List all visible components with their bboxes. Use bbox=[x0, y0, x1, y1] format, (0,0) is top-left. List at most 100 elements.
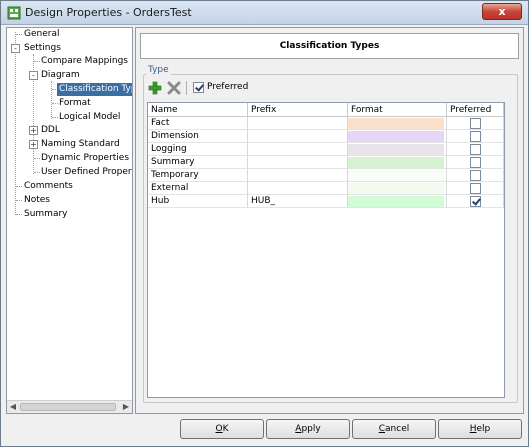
prefix-cell[interactable] bbox=[248, 117, 348, 130]
scroll-right-arrow-icon[interactable]: ▶ bbox=[120, 401, 132, 413]
tree-connector bbox=[51, 81, 52, 119]
column-header-prefix[interactable]: Prefix bbox=[248, 103, 348, 117]
preferred-label: Preferred bbox=[207, 82, 249, 92]
expander-diagram[interactable]: - bbox=[29, 71, 38, 80]
row-preferred-checkbox[interactable] bbox=[470, 170, 481, 181]
expander-naming-standard[interactable]: + bbox=[29, 140, 38, 149]
preferred-cell bbox=[447, 156, 504, 169]
tree-connector bbox=[34, 158, 40, 159]
format-color-swatch bbox=[348, 170, 444, 181]
add-icon[interactable] bbox=[148, 81, 162, 95]
tree-item-ddl[interactable]: DDL bbox=[41, 124, 60, 137]
close-button[interactable]: x bbox=[482, 3, 522, 20]
apply-button[interactable]: Apply bbox=[266, 419, 350, 439]
prefix-cell[interactable] bbox=[248, 143, 348, 156]
help-label-post: elp bbox=[476, 424, 491, 434]
ok-button[interactable]: OK bbox=[180, 419, 264, 439]
row-preferred-checkbox[interactable] bbox=[470, 183, 481, 194]
prefix-cell[interactable]: HUB_ bbox=[248, 195, 348, 208]
name-cell[interactable]: Summary bbox=[148, 156, 248, 169]
tree-item-diagram[interactable]: Diagram bbox=[41, 69, 80, 82]
ok-mnemonic: O bbox=[215, 424, 223, 434]
name-cell[interactable]: Hub bbox=[148, 195, 248, 208]
format-color-swatch bbox=[348, 183, 444, 194]
tree-item-general[interactable]: General bbox=[24, 28, 59, 41]
cancel-button[interactable]: Cancel bbox=[352, 419, 436, 439]
row-preferred-checkbox[interactable] bbox=[470, 118, 481, 129]
toolbar-separator bbox=[186, 81, 187, 95]
name-cell[interactable]: Fact bbox=[148, 117, 248, 130]
format-color-swatch bbox=[348, 196, 444, 207]
tree-item-comments[interactable]: Comments bbox=[24, 180, 73, 193]
format-cell[interactable] bbox=[348, 169, 447, 182]
format-color-swatch bbox=[348, 131, 444, 142]
preferred-cell bbox=[447, 143, 504, 156]
design-properties-window: Design Properties - OrdersTest x General… bbox=[0, 0, 529, 447]
tree-item-user-defined-properties[interactable]: User Defined Properties bbox=[41, 166, 132, 179]
format-cell[interactable] bbox=[348, 182, 447, 195]
tree-item-summary[interactable]: Summary bbox=[24, 208, 68, 221]
format-cell[interactable] bbox=[348, 156, 447, 169]
title-bar[interactable]: Design Properties - OrdersTest x bbox=[1, 1, 528, 25]
preferred-cell bbox=[447, 117, 504, 130]
row-preferred-checkbox[interactable] bbox=[470, 131, 481, 142]
grid-header: Name Prefix Format Preferred bbox=[148, 103, 504, 117]
tree-item-dynamic-properties[interactable]: Dynamic Properties bbox=[41, 152, 129, 165]
tree-item-compare-mappings[interactable]: Compare Mappings bbox=[41, 55, 128, 68]
tree-connector bbox=[34, 172, 40, 173]
name-cell[interactable]: External bbox=[148, 182, 248, 195]
scroll-thumb[interactable] bbox=[20, 403, 116, 411]
tree-item-naming-standard[interactable]: Naming Standard bbox=[41, 138, 120, 151]
preferred-checkbox[interactable] bbox=[193, 82, 204, 93]
format-cell[interactable] bbox=[348, 130, 447, 143]
tree-horizontal-scrollbar[interactable]: ◀ ▶ bbox=[7, 400, 132, 413]
delete-icon[interactable] bbox=[167, 81, 181, 95]
format-color-swatch bbox=[348, 118, 444, 129]
format-cell[interactable] bbox=[348, 195, 447, 208]
classification-types-grid: Name Prefix Format Preferred Fact Dimensi… bbox=[147, 102, 505, 398]
name-cell[interactable]: Temporary bbox=[148, 169, 248, 182]
cancel-label-post: ancel bbox=[385, 424, 410, 434]
column-header-name[interactable]: Name bbox=[148, 103, 248, 117]
tree-item-settings[interactable]: Settings bbox=[24, 42, 61, 55]
tree-item-format[interactable]: Format bbox=[59, 97, 91, 110]
name-cell[interactable]: Dimension bbox=[148, 130, 248, 143]
ok-label-post: K bbox=[222, 424, 229, 434]
prefix-cell[interactable] bbox=[248, 156, 348, 169]
column-header-preferred[interactable]: Preferred bbox=[447, 103, 504, 117]
name-cell[interactable]: Logging bbox=[148, 143, 248, 156]
preferred-cell bbox=[447, 169, 504, 182]
tree-connector bbox=[52, 103, 58, 104]
format-color-swatch bbox=[348, 157, 444, 168]
format-cell[interactable] bbox=[348, 117, 447, 130]
settings-tree[interactable]: General - Settings Compare Mappings - Di… bbox=[6, 27, 133, 414]
preferred-cell bbox=[447, 182, 504, 195]
tree-item-notes[interactable]: Notes bbox=[24, 194, 50, 207]
prefix-cell[interactable] bbox=[248, 182, 348, 195]
tree-connector bbox=[15, 32, 16, 215]
row-preferred-checkbox[interactable] bbox=[470, 196, 481, 207]
app-icon bbox=[7, 6, 21, 20]
help-button[interactable]: Help bbox=[438, 419, 522, 439]
tree-item-classification-types[interactable]: Classification Types bbox=[57, 83, 132, 96]
tree-connector bbox=[52, 117, 58, 118]
expander-ddl[interactable]: + bbox=[29, 126, 38, 135]
tree-connector bbox=[16, 200, 22, 201]
format-color-swatch bbox=[348, 144, 444, 155]
panel-title: Classification Types bbox=[279, 41, 380, 51]
scroll-left-arrow-icon[interactable]: ◀ bbox=[7, 401, 19, 413]
tree-connector bbox=[16, 34, 22, 35]
classification-types-panel: Classification Types Type Preferred Name… bbox=[135, 27, 524, 414]
row-preferred-checkbox[interactable] bbox=[470, 144, 481, 155]
column-header-format[interactable]: Format bbox=[348, 103, 447, 117]
expander-settings[interactable]: - bbox=[11, 44, 20, 53]
prefix-cell[interactable] bbox=[248, 130, 348, 143]
tree-connector bbox=[16, 214, 22, 215]
format-cell[interactable] bbox=[348, 143, 447, 156]
window-title: Design Properties - OrdersTest bbox=[25, 6, 192, 19]
row-preferred-checkbox[interactable] bbox=[470, 157, 481, 168]
preferred-cell bbox=[447, 130, 504, 143]
preferred-cell bbox=[447, 195, 504, 208]
tree-item-logical-model[interactable]: Logical Model bbox=[59, 111, 120, 124]
prefix-cell[interactable] bbox=[248, 169, 348, 182]
